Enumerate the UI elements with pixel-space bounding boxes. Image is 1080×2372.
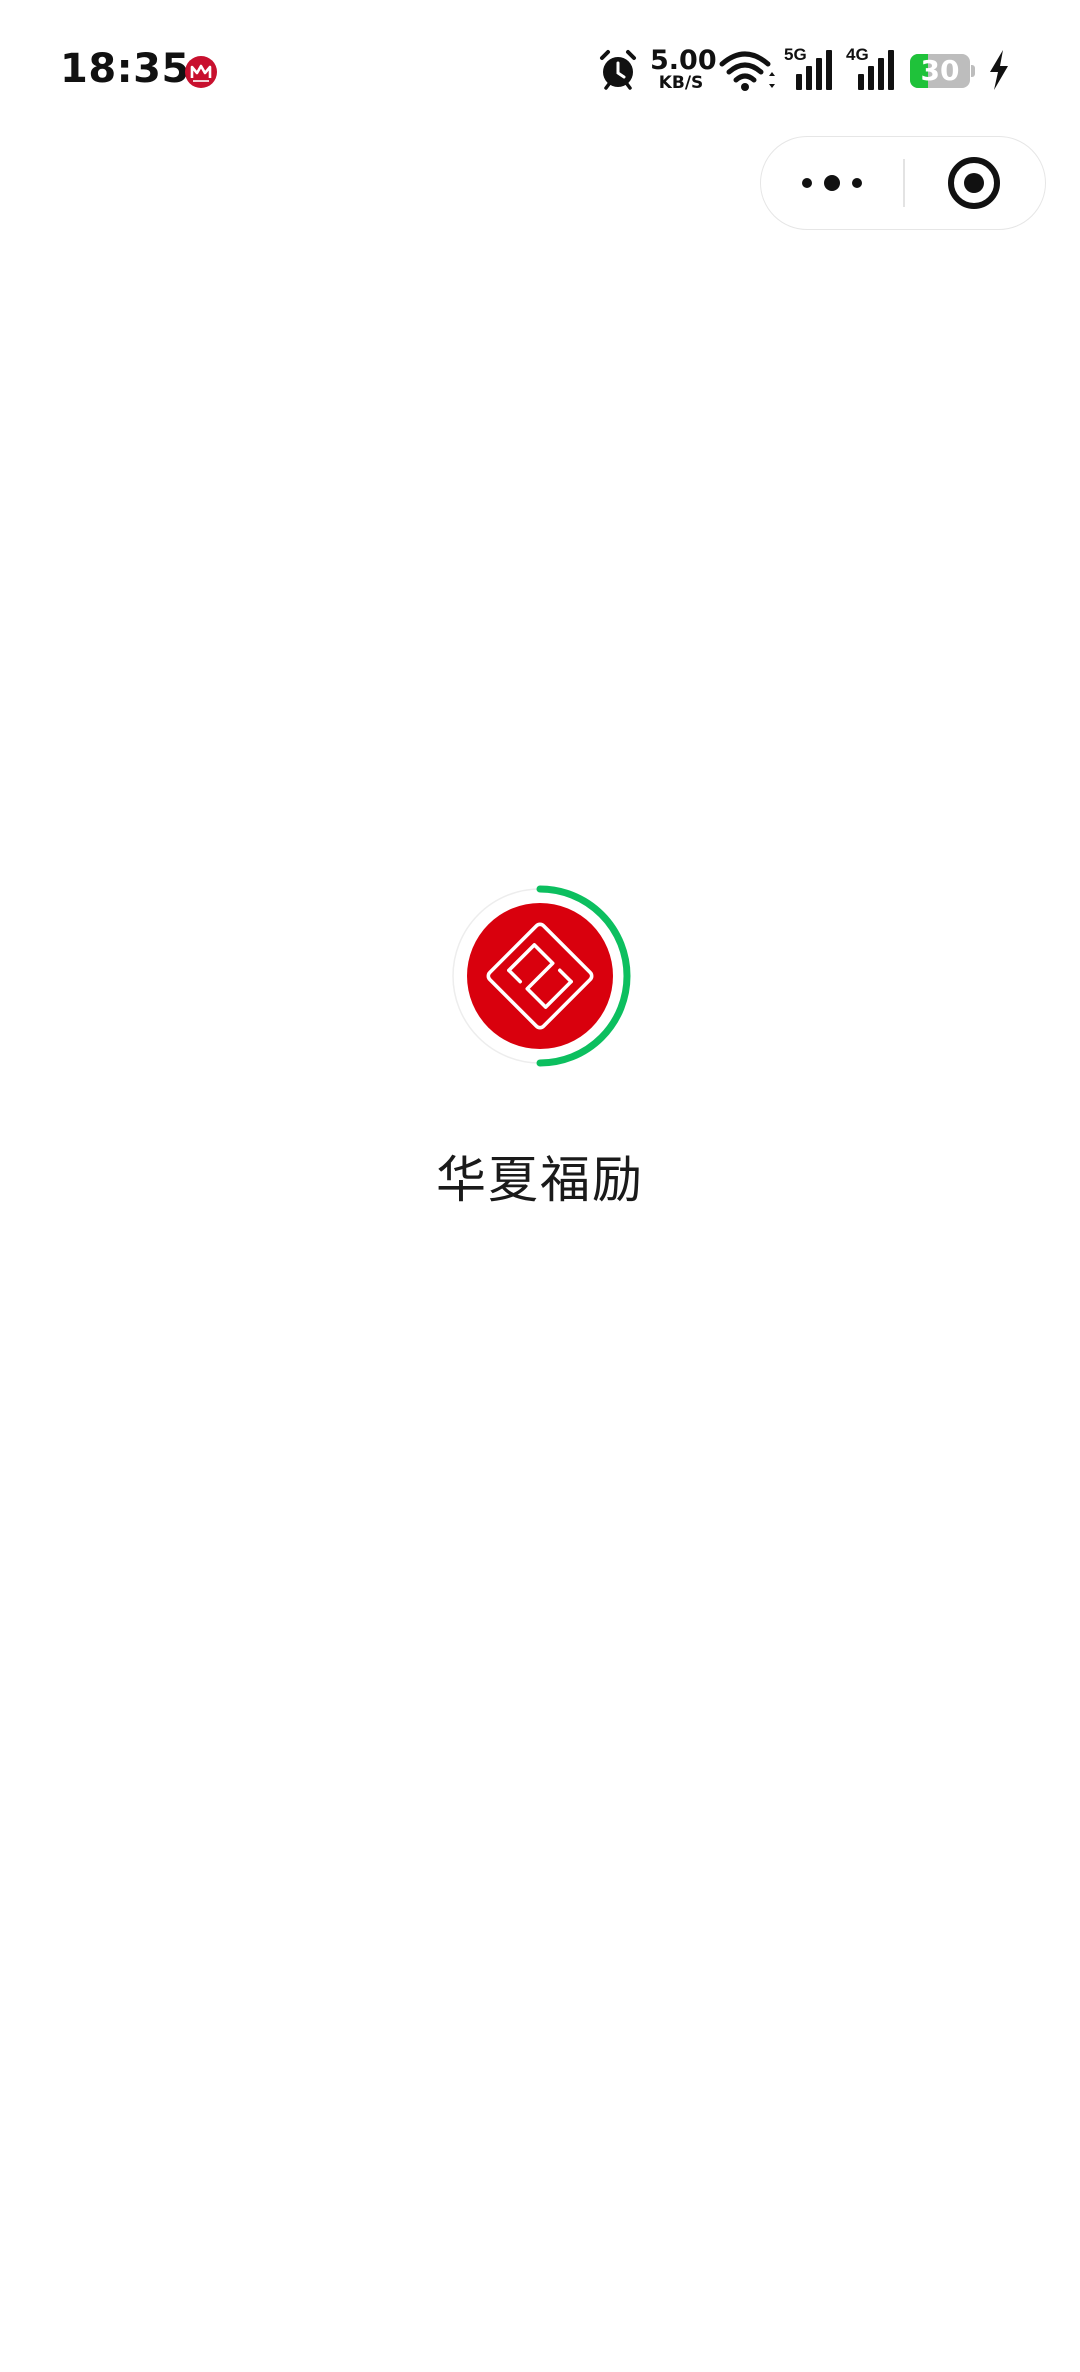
network-speed-value: 5.00 [650, 45, 717, 76]
close-button[interactable] [905, 137, 1044, 228]
signal-5g-icon: 5G [784, 45, 832, 90]
signal-4g-label: 4G [846, 45, 869, 64]
more-dots-icon [802, 175, 862, 191]
cmb-bank-icon [185, 56, 217, 88]
miniprogram-capsule [760, 136, 1046, 230]
battery-level: 30 [920, 54, 960, 87]
alarm-icon [600, 50, 636, 90]
network-speed: 5.00 KB/S [650, 45, 717, 93]
wifi-icon [719, 51, 775, 91]
status-time: 18:35 [60, 46, 190, 92]
loading-indicator [448, 884, 632, 1068]
app-name: 华夏福励 [436, 1151, 644, 1209]
status-bar: 18:35 5.00 KB/S 5G 4G 30 [0, 0, 1080, 140]
battery-icon: 30 [910, 54, 975, 88]
signal-5g-label: 5G [784, 45, 807, 64]
signal-4g-icon: 4G [846, 45, 894, 90]
close-target-icon [948, 157, 1000, 209]
more-button[interactable] [761, 137, 903, 228]
network-speed-unit: KB/S [658, 73, 704, 93]
charging-icon [990, 50, 1008, 90]
app-logo [467, 903, 613, 1049]
battery-nub [971, 65, 975, 77]
battery-shell: 30 [910, 54, 970, 88]
